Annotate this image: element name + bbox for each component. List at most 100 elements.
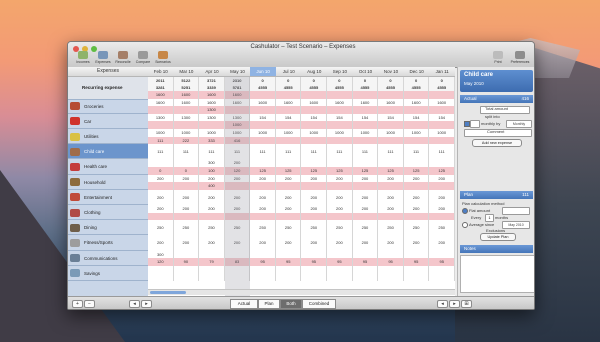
table-cell[interactable]: 111	[404, 144, 430, 160]
table-cell[interactable]	[429, 91, 455, 99]
table-cell[interactable]	[404, 106, 430, 114]
month-header[interactable]: Dec 10	[404, 67, 430, 76]
table-cell[interactable]: 250	[276, 220, 302, 236]
table-cell[interactable]: 1600	[378, 98, 404, 107]
table-cell[interactable]: 1300	[199, 106, 225, 114]
table-cell[interactable]: 0	[327, 77, 353, 85]
table-cell[interactable]: 200	[327, 189, 353, 205]
table-cell[interactable]	[302, 265, 328, 281]
table-cell[interactable]: 111	[250, 144, 276, 160]
table-cell[interactable]	[225, 182, 251, 190]
month-header[interactable]: May 10	[225, 67, 251, 76]
month-header[interactable]: Jun 10	[250, 67, 276, 76]
table-cell[interactable]: 1600	[429, 98, 455, 107]
table-cell[interactable]: 1600	[174, 91, 200, 99]
table-cell[interactable]: 4555	[378, 84, 404, 92]
table-cell[interactable]: 154	[302, 113, 328, 122]
toolbar-reconcile-button[interactable]: Reconcile	[113, 51, 133, 67]
table-cell[interactable]: 1600	[404, 98, 430, 107]
table-cell[interactable]: 200	[148, 189, 174, 205]
table-cell[interactable]: 200	[327, 174, 353, 183]
table-cell[interactable]: 111	[148, 136, 174, 145]
table-cell[interactable]	[327, 106, 353, 114]
table-cell[interactable]: 200	[225, 159, 251, 167]
table-cell[interactable]	[276, 250, 302, 259]
table-cell[interactable]: 154	[276, 113, 302, 122]
table-cell[interactable]: 200	[429, 174, 455, 183]
table-cell[interactable]: 4555	[250, 84, 276, 92]
table-cell[interactable]: 1300	[148, 113, 174, 122]
flat-amount-field[interactable]	[502, 207, 530, 215]
table-cell[interactable]	[327, 212, 353, 221]
scroll-right-button[interactable]: ▸	[141, 300, 152, 308]
table-cell[interactable]: 95	[327, 258, 353, 266]
table-cell[interactable]	[378, 182, 404, 190]
table-cell[interactable]: 5781	[225, 84, 251, 92]
table-cell[interactable]: 1600	[302, 98, 328, 107]
average-since-dropdown[interactable]: May 2010	[502, 221, 530, 229]
table-cell[interactable]: 111	[148, 144, 174, 160]
table-cell[interactable]	[327, 91, 353, 99]
table-cell[interactable]: 95	[429, 258, 455, 266]
table-cell[interactable]	[353, 106, 379, 114]
table-cell[interactable]: 95	[250, 258, 276, 266]
table-cell[interactable]	[276, 91, 302, 99]
table-cell[interactable]: 1000	[378, 129, 404, 137]
month-header[interactable]: Apr 10	[199, 67, 225, 76]
toolbar-print-button[interactable]: Print	[488, 51, 508, 67]
tab-plan[interactable]: Plan	[258, 299, 280, 309]
table-cell[interactable]	[250, 159, 276, 167]
table-cell[interactable]: 154	[327, 113, 353, 122]
category-item[interactable]: Car	[68, 114, 148, 129]
table-cell[interactable]	[327, 159, 353, 167]
table-cell[interactable]: 1600	[250, 98, 276, 107]
table-cell[interactable]: 111	[174, 144, 200, 160]
table-cell[interactable]: 200	[148, 174, 174, 183]
table-cell[interactable]	[250, 121, 276, 129]
add-category-button[interactable]: +	[72, 300, 83, 308]
category-item[interactable]: Health care	[68, 159, 148, 175]
month-header[interactable]: Feb 10	[148, 67, 174, 76]
table-cell[interactable]: 200	[276, 205, 302, 213]
table-cell[interactable]: 154	[378, 113, 404, 122]
table-cell[interactable]	[429, 182, 455, 190]
table-cell[interactable]: 1600	[174, 98, 200, 107]
table-cell[interactable]: 154	[429, 113, 455, 122]
table-cell[interactable]: 1000	[225, 121, 251, 129]
table-cell[interactable]: 200	[225, 189, 251, 205]
table-cell[interactable]: 400	[199, 182, 225, 190]
table-cell[interactable]: 111	[225, 144, 251, 160]
table-cell[interactable]	[378, 212, 404, 221]
category-item[interactable]: Clothing	[68, 205, 148, 221]
table-cell[interactable]: 120	[225, 167, 251, 175]
category-item[interactable]: Utilities	[68, 129, 148, 145]
table-cell[interactable]	[302, 250, 328, 259]
table-cell[interactable]: 200	[250, 189, 276, 205]
notes-field[interactable]	[460, 255, 534, 293]
table-cell[interactable]: 200	[174, 235, 200, 251]
table-cell[interactable]: 125	[276, 167, 302, 175]
table-cell[interactable]: 200	[327, 235, 353, 251]
table-cell[interactable]: 1300	[225, 113, 251, 122]
table-cell[interactable]: 4555	[302, 84, 328, 92]
table-cell[interactable]: 111	[302, 144, 328, 160]
toolbar-expenses-button[interactable]: Expenses	[93, 51, 113, 67]
table-cell[interactable]: 4555	[404, 84, 430, 92]
tab-combined[interactable]: Combined	[302, 299, 336, 309]
month-header[interactable]: Nov 10	[378, 67, 404, 76]
category-item[interactable]: Savings	[68, 266, 148, 281]
table-cell[interactable]	[199, 265, 225, 281]
table-cell[interactable]	[353, 212, 379, 221]
table-cell[interactable]	[250, 91, 276, 99]
table-cell[interactable]	[276, 265, 302, 281]
month-header[interactable]: Sep 10	[327, 67, 353, 76]
table-cell[interactable]: 200	[327, 205, 353, 213]
toolbar-incomes-button[interactable]: Incomes	[73, 51, 93, 67]
table-cell[interactable]	[429, 106, 455, 114]
table-cell[interactable]	[327, 250, 353, 259]
table-cell[interactable]: 200	[174, 189, 200, 205]
table-cell[interactable]	[148, 121, 174, 129]
toolbar-scenarios-button[interactable]: Scenarios	[153, 51, 173, 67]
table-cell[interactable]	[174, 106, 200, 114]
table-cell[interactable]	[199, 121, 225, 129]
